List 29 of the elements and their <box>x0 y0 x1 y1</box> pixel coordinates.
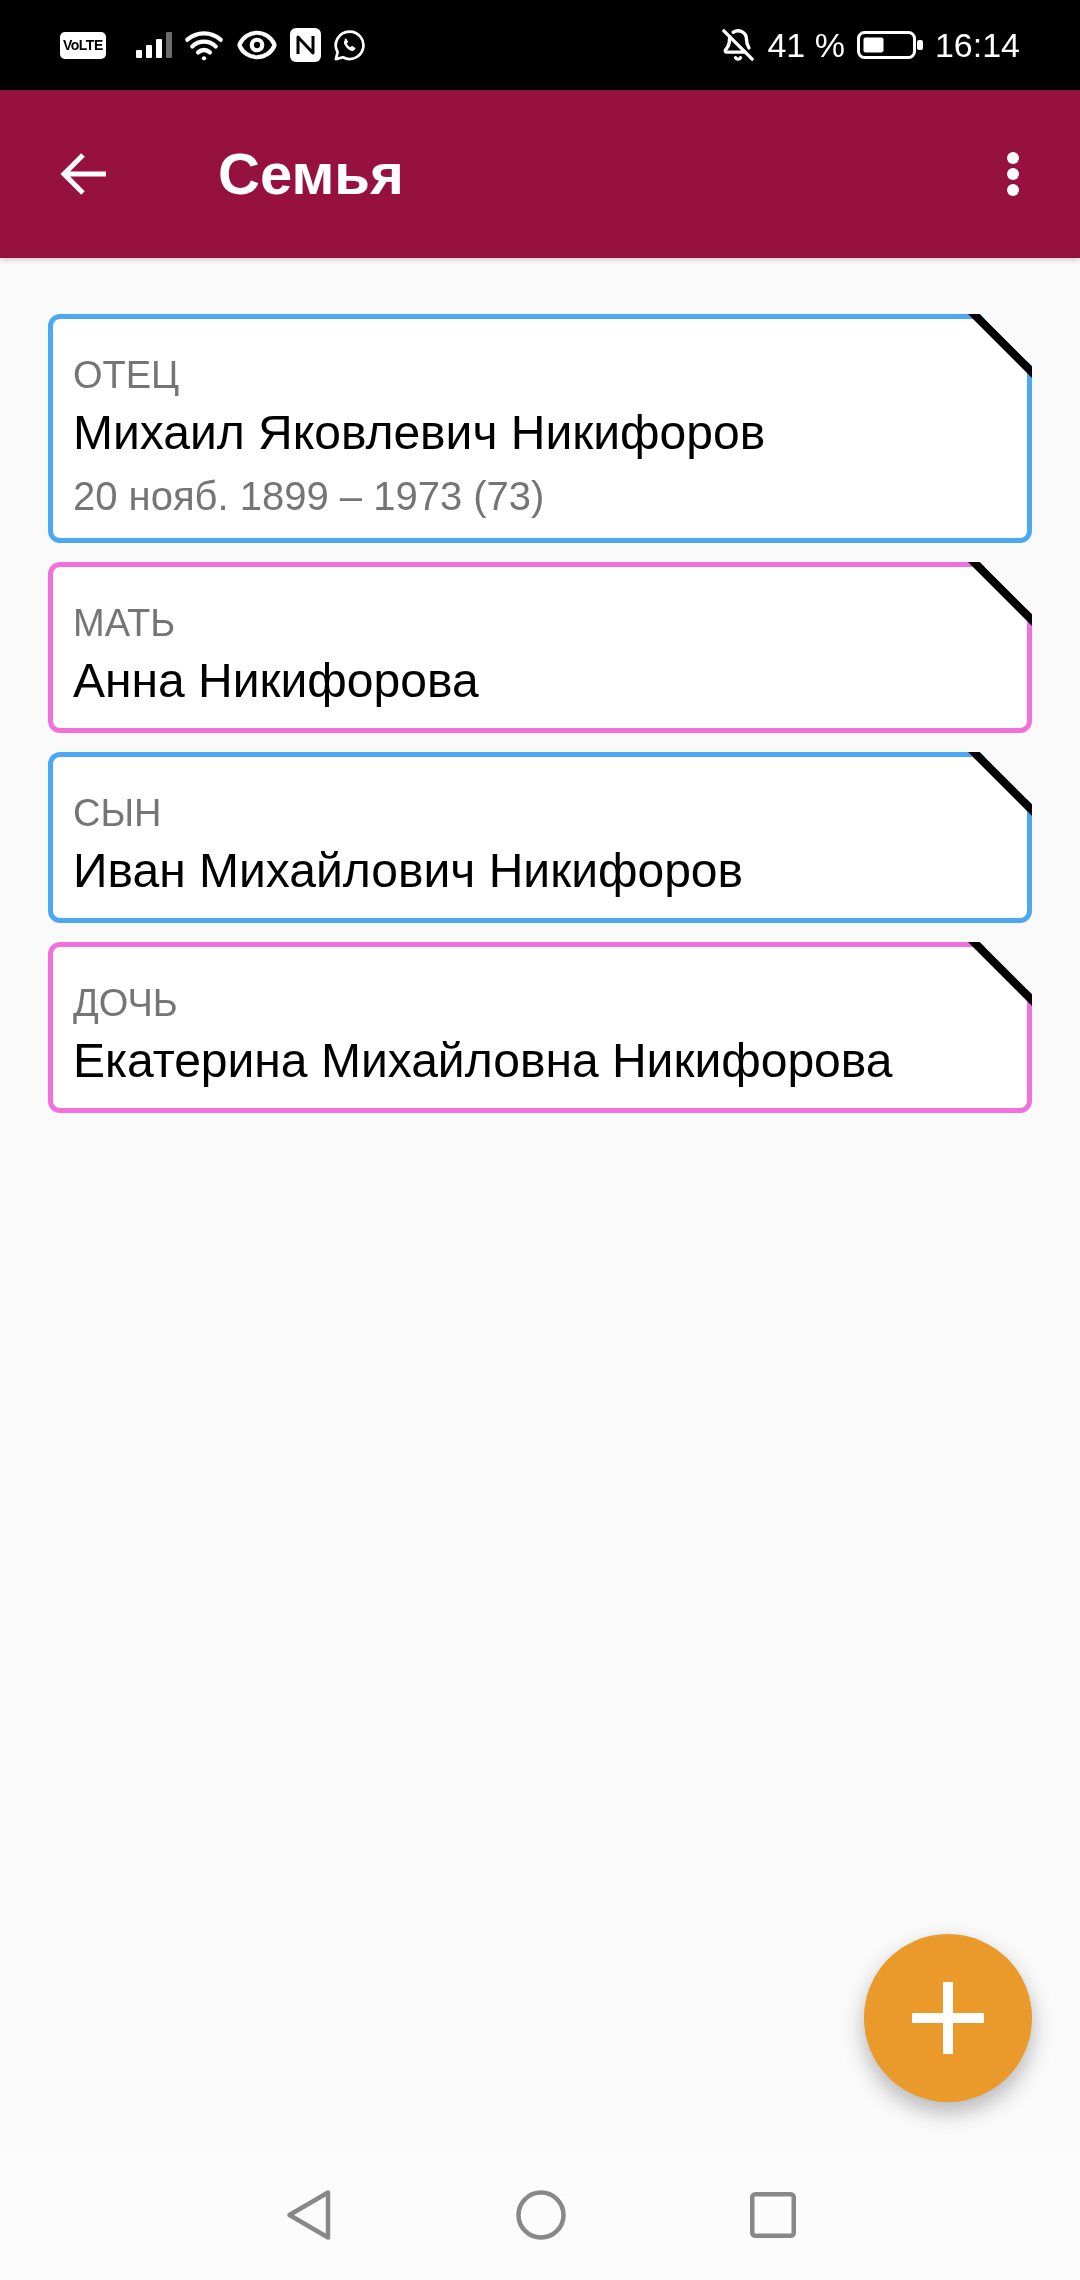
member-card[interactable]: СЫН Иван Михайлович Никифоров <box>48 752 1032 923</box>
square-recents-icon <box>750 2192 796 2238</box>
member-card[interactable]: ДОЧЬ Екатерина Михайловна Никифорова <box>48 942 1032 1113</box>
plus-icon <box>912 1982 984 2054</box>
member-card[interactable]: ОТЕЦ Михаил Яковлевич Никифоров 20 нояб. 1899 – 1973 (73) <box>48 314 1032 543</box>
screen-title: Семья <box>218 140 404 208</box>
battery-icon <box>856 31 923 59</box>
member-card[interactable]: МАТЬ Анна Никифорова <box>48 562 1032 733</box>
life-dates: 20 нояб. 1899 – 1973 (73) <box>73 473 545 520</box>
phone-bubble-icon <box>332 28 366 62</box>
person-name: Анна Никифорова <box>73 653 479 709</box>
relation-label: ОТЕЦ <box>73 353 180 398</box>
person-name: Екатерина Михайловна Никифорова <box>73 1033 893 1089</box>
volte-badge: VoLTE <box>60 31 106 59</box>
back-arrow-icon <box>60 152 108 196</box>
add-button[interactable] <box>864 1934 1032 2102</box>
signal-icon <box>135 32 172 58</box>
clock-time: 16:14 <box>934 25 1020 65</box>
person-name: Михаил Яковлевич Никифоров <box>73 405 766 461</box>
more-options-icon <box>1007 152 1019 196</box>
triangle-back-icon <box>286 2189 332 2241</box>
person-name: Иван Михайлович Никифоров <box>73 843 744 899</box>
relation-label: СЫН <box>73 791 162 836</box>
circle-home-icon <box>516 2190 566 2240</box>
nfc-icon <box>289 28 321 62</box>
relation-label: ДОЧЬ <box>73 981 178 1026</box>
relation-label: МАТЬ <box>73 601 176 646</box>
battery-percent: 41 % <box>767 25 845 65</box>
bell-off-icon <box>721 28 756 62</box>
